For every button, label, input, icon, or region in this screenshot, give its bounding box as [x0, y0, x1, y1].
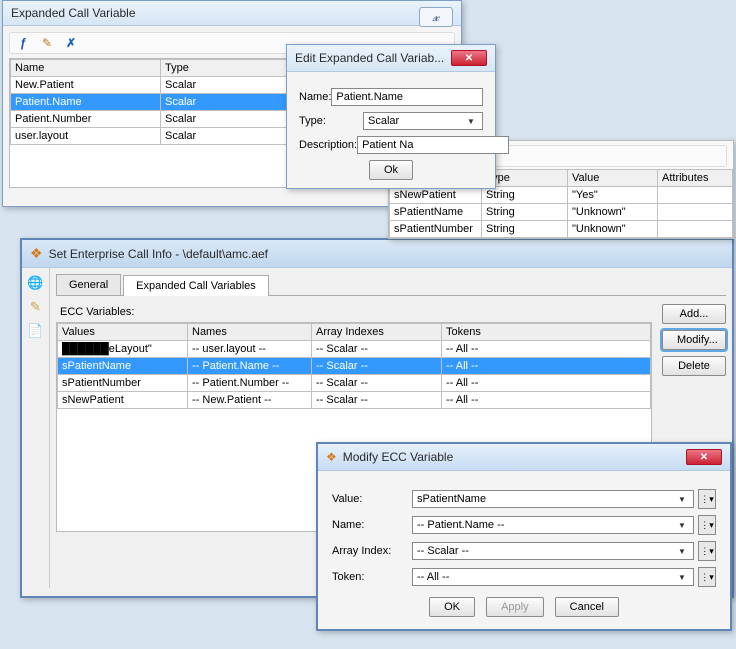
table-row[interactable]: sPatientNumberString"Unknown" [390, 221, 733, 238]
tab-general[interactable]: General [56, 274, 121, 295]
description-input[interactable] [357, 136, 509, 154]
ok-button[interactable]: OK [429, 597, 475, 617]
col-array-indexes[interactable]: Array Indexes [312, 324, 442, 341]
value-label: Value: [332, 493, 412, 505]
chevron-down-icon: ▼ [675, 521, 689, 530]
table-row[interactable]: sPatientNameString"Unknown" [390, 204, 733, 221]
name-label: Name: [299, 91, 331, 103]
tabbar: General Expanded Call Variables [56, 274, 726, 296]
window-titlebar: ❖ Modify ECC Variable ✕ [318, 444, 730, 471]
col-values[interactable]: Values [58, 324, 188, 341]
ok-button[interactable]: Ok [369, 160, 413, 180]
chevron-down-icon: ▼ [464, 117, 478, 126]
description-label: Description: [299, 139, 357, 151]
table-row[interactable]: sPatientName-- Patient.Name ---- Scalar … [58, 358, 651, 375]
name-input[interactable] [331, 88, 483, 106]
modify-ecc-dialog: ❖ Modify ECC Variable ✕ Value: sPatientN… [316, 442, 732, 631]
window-title: Expanded Call Variable [11, 6, 136, 20]
window-title: Modify ECC Variable [343, 450, 453, 464]
table-row[interactable]: sPatientNumber-- Patient.Number ---- Sca… [58, 375, 651, 392]
type-label: Type: [299, 115, 363, 127]
col-value[interactable]: Value [568, 170, 658, 187]
col-name[interactable]: Name [11, 60, 161, 77]
token-label: Token: [332, 571, 412, 583]
ecc-table[interactable]: Values Names Array Indexes Tokens ██████… [57, 323, 651, 409]
button-column: Add... Modify... Delete [662, 304, 726, 382]
fx-icon[interactable]: ƒ [16, 36, 30, 50]
token-combo[interactable]: -- All --▼ [412, 568, 694, 586]
chevron-down-icon: ▼ [675, 495, 689, 504]
pencil-icon[interactable]: ✎ [40, 36, 54, 50]
tab-expanded-call-variables[interactable]: Expanded Call Variables [123, 275, 269, 296]
col-tokens[interactable]: Tokens [442, 324, 651, 341]
table-row[interactable]: ██████eLayout"-- user.layout ---- Scalar… [58, 341, 651, 358]
table-row[interactable]: sNewPatient-- New.Patient ---- Scalar --… [58, 392, 651, 409]
window-title: Edit Expanded Call Variab... [295, 51, 444, 65]
delete-icon[interactable]: ✗ [64, 36, 78, 50]
array-index-combo[interactable]: -- Scalar --▼ [412, 542, 694, 560]
sidebar: 🌐 ✎ 📄 [22, 268, 50, 588]
add-button[interactable]: Add... [662, 304, 726, 324]
apply-button[interactable]: Apply [486, 597, 544, 617]
app-icon: ❖ [326, 450, 337, 464]
chevron-down-icon: ▼ [675, 573, 689, 582]
modify-button[interactable]: Modify... [662, 330, 726, 350]
picker-button[interactable]: ⋮▾ [698, 541, 716, 561]
cancel-button[interactable]: Cancel [555, 597, 619, 617]
value-combo[interactable]: sPatientName▼ [412, 490, 694, 508]
col-names[interactable]: Names [188, 324, 312, 341]
delete-button[interactable]: Delete [662, 356, 726, 376]
picker-button[interactable]: ⋮▾ [698, 567, 716, 587]
picker-button[interactable]: ⋮▾ [698, 515, 716, 535]
window-title: Set Enterprise Call Info - \default\amc.… [49, 247, 268, 261]
window-titlebar: ❖ Set Enterprise Call Info - \default\am… [22, 240, 732, 268]
col-attributes[interactable]: Attributes [658, 170, 733, 187]
ecc-variables-label: ECC Variables: [60, 306, 722, 318]
type-combo[interactable]: Scalar▼ [363, 112, 483, 130]
picker-button[interactable]: ⋮▾ [698, 489, 716, 509]
edit-ecv-dialog: Edit Expanded Call Variab... ✕ Name: Typ… [286, 44, 496, 189]
app-icon: ❖ Set Enterprise Call Info - \default\am… [30, 245, 268, 262]
chevron-down-icon: ▼ [675, 547, 689, 556]
name-label: Name: [332, 519, 412, 531]
window-titlebar: Expanded Call Variable [3, 1, 461, 26]
document-icon[interactable]: 📄 [27, 322, 45, 340]
array-index-label: Array Index: [332, 545, 412, 557]
close-icon[interactable]: ✕ [451, 50, 487, 66]
table-row[interactable]: sNewPatientString"Yes" [390, 187, 733, 204]
name-combo[interactable]: -- Patient.Name --▼ [412, 516, 694, 534]
window-titlebar: Edit Expanded Call Variab... ✕ [287, 45, 495, 72]
close-icon[interactable]: 𝔁 [419, 7, 453, 27]
world-icon[interactable]: 🌐 [27, 274, 45, 292]
close-icon[interactable]: ✕ [686, 449, 722, 465]
pencil-icon[interactable]: ✎ [27, 298, 45, 316]
